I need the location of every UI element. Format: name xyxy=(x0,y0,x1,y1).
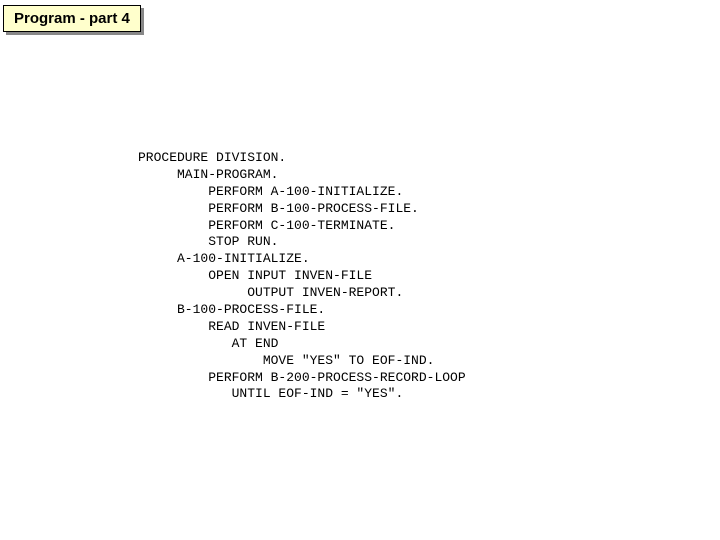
slide-title-box: Program - part 4 xyxy=(3,5,141,32)
code-block: PROCEDURE DIVISION. MAIN-PROGRAM. PERFOR… xyxy=(138,150,466,403)
slide-title: Program - part 4 xyxy=(14,10,130,27)
